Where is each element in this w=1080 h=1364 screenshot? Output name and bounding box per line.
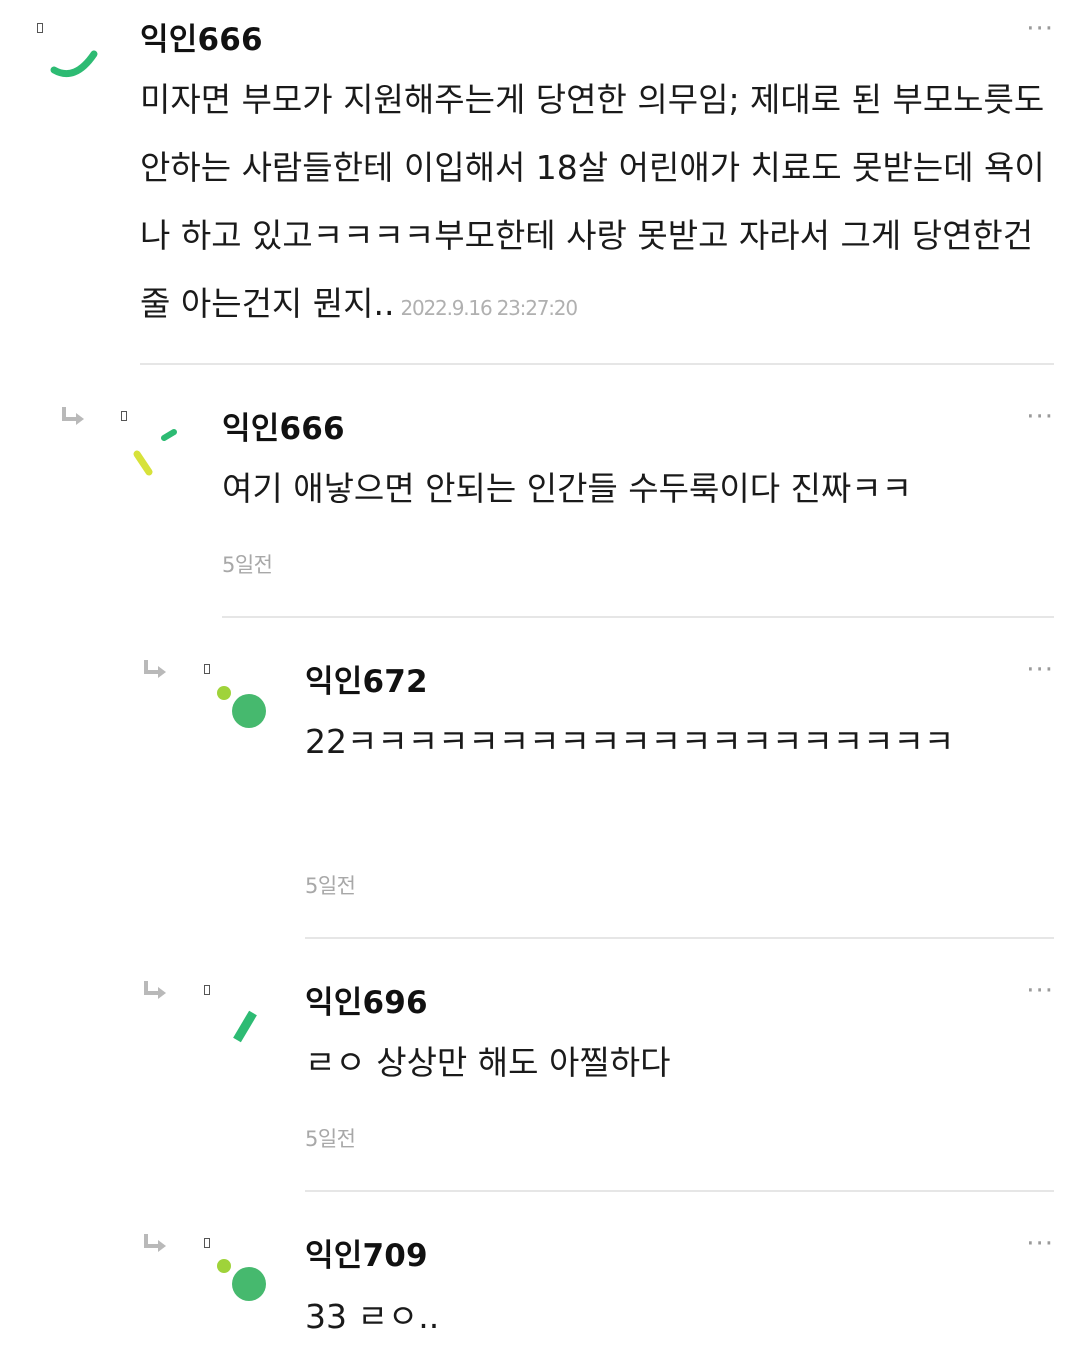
more-options-icon[interactable]: ··· <box>1026 655 1054 685</box>
more-options-icon[interactable]: ··· <box>1026 1229 1054 1259</box>
comment-divider <box>140 363 1054 365</box>
author-name[interactable]: 익인709 <box>305 1230 428 1275</box>
comment-text: ㄹㅇ 상상만 해도 아찔하다 <box>305 1043 671 1082</box>
avatar[interactable] <box>40 20 130 110</box>
more-options-icon[interactable]: ··· <box>1026 976 1054 1006</box>
author-name[interactable]: 익인666 <box>222 403 345 448</box>
comment-divider <box>222 616 1054 618</box>
comment-text: 33 ㄹㅇ.. <box>305 1297 440 1336</box>
reply-arrow-icon <box>58 403 88 433</box>
avatar-slashes-icon <box>133 429 177 476</box>
comment-time: 5일전 <box>305 874 356 898</box>
comment-text: 미자면 부모가 지원해주는게 당연한 의무임; 제대로 된 부모노릇도 안하는 … <box>140 66 1055 342</box>
avatar-dots-icon <box>217 1259 266 1301</box>
comment-time: 5일전 <box>222 553 273 577</box>
comment-text: 22ㅋㅋㅋㅋㅋㅋㅋㅋㅋㅋㅋㅋㅋㅋㅋㅋㅋㅋㅋㅋ <box>305 722 955 761</box>
reply-arrow-icon <box>140 656 170 686</box>
more-options-icon[interactable]: ··· <box>1026 14 1054 44</box>
avatar-slash-icon <box>233 1010 257 1043</box>
author-name[interactable]: 익인672 <box>305 656 428 701</box>
avatar[interactable] <box>205 985 295 1075</box>
avatar-arc-icon <box>50 50 98 77</box>
more-options-icon[interactable]: ··· <box>1026 402 1054 432</box>
reply-arrow-icon <box>140 977 170 1007</box>
avatar-dots-icon <box>217 686 266 728</box>
comment-divider <box>305 937 1054 939</box>
author-name[interactable]: 익인696 <box>305 977 428 1022</box>
comment-time: 2022.9.16 23:27:20 <box>400 296 578 320</box>
comment-divider <box>305 1190 1054 1192</box>
avatar[interactable] <box>205 665 295 755</box>
comment-text: 여기 애낳으면 안되는 인간들 수두룩이다 진짜ㅋㅋ <box>222 469 913 508</box>
avatar[interactable] <box>205 1238 295 1328</box>
comment-time: 5일전 <box>305 1127 356 1151</box>
author-name[interactable]: 익인666 <box>140 14 263 59</box>
reply-arrow-icon <box>140 1230 170 1260</box>
comment-body: 미자면 부모가 지원해주는게 당연한 의무임; 제대로 된 부모노릇도 안하는 … <box>140 80 1045 323</box>
avatar[interactable] <box>122 410 212 500</box>
